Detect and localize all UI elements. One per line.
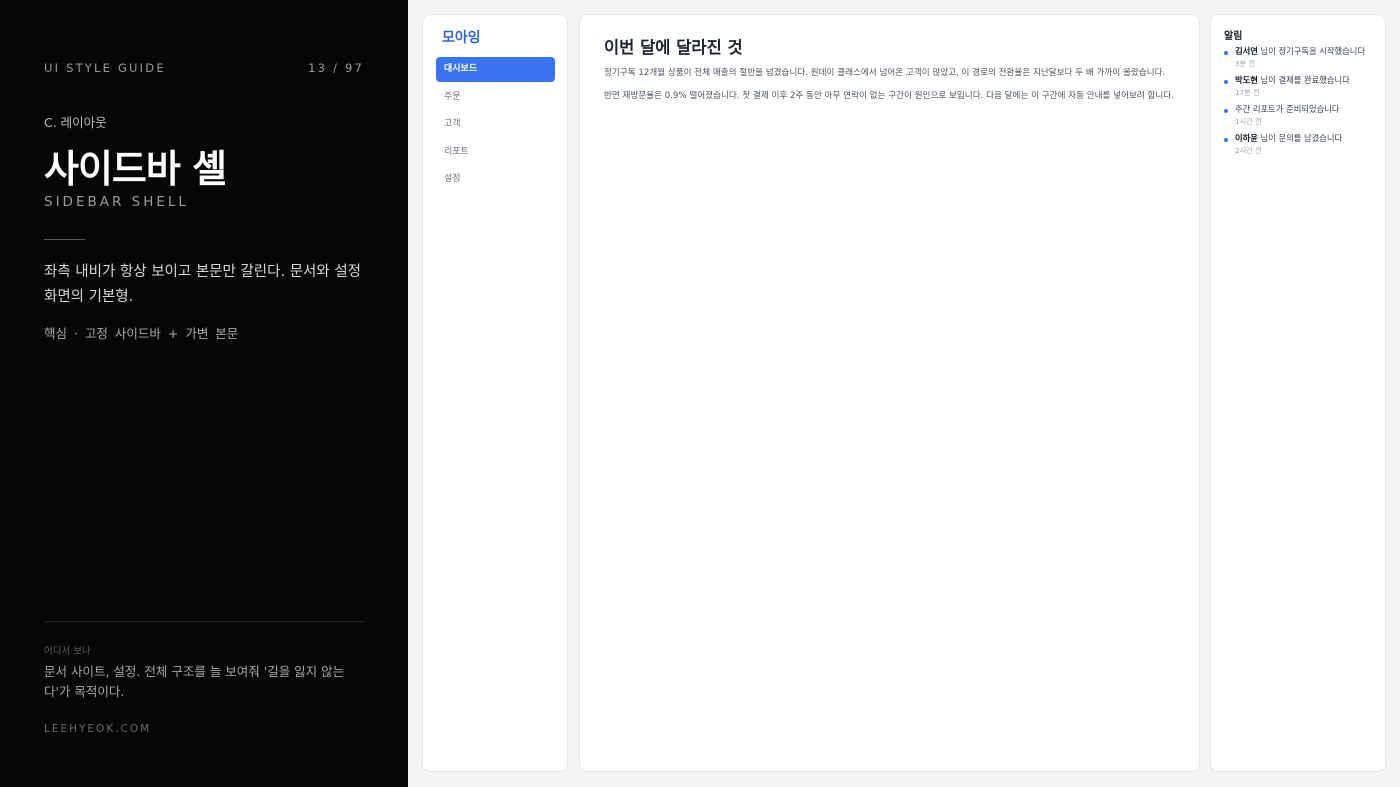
guide-header: UI STYLE GUIDE 13 / 97 xyxy=(44,61,364,75)
unread-dot-icon xyxy=(1224,109,1228,113)
unread-dot-icon xyxy=(1224,80,1228,84)
notification-text: 이하윤 님이 문의를 남겼습니다 xyxy=(1235,133,1384,144)
page-counter: 13 / 97 xyxy=(308,61,364,75)
guide-subtitle: SIDEBAR SHELL xyxy=(44,194,189,210)
key-point: 핵심 · 고정 사이드바 + 가변 본문 xyxy=(44,326,239,341)
sidebar-nav: 모아잉 대시보드주문 고객리포트 설정 xyxy=(422,14,568,772)
notification-item[interactable]: 김서연 님이 정기구독을 시작했습니다 3분 전 xyxy=(1224,46,1384,75)
main-content: 이번 달에 달라진 것 정기구독 12개월 상품이 전체 매출의 절반을 넘겼습… xyxy=(579,14,1200,772)
content-paragraph: 반면 재방문율은 0.9% 떨어졌습니다. 첫 결제 이후 2주 동안 아무 연… xyxy=(604,91,1174,101)
notification-text: 주간 리포트가 준비되었습니다 xyxy=(1235,104,1384,115)
style-guide-panel: UI STYLE GUIDE 13 / 97 C. 레이아웃 사이드바 셸 SI… xyxy=(0,0,408,787)
notification-text: 박도현 님이 결제를 완료했습니다 xyxy=(1235,75,1384,86)
sidebar-item-2[interactable]: 고객 xyxy=(436,112,555,137)
divider xyxy=(44,621,365,622)
notification-user: 김서연 xyxy=(1235,46,1258,56)
sidebar-item-4[interactable]: 설정 xyxy=(436,167,555,192)
guide-title: 사이드바 셸 xyxy=(44,147,227,191)
notification-time: 2시간 전 xyxy=(1235,146,1262,155)
notification-message: 님이 정기구독을 시작했습니다 xyxy=(1257,46,1366,56)
notification-text: 김서연 님이 정기구독을 시작했습니다 xyxy=(1235,46,1384,57)
sidebar-item-3[interactable]: 리포트 xyxy=(436,140,555,165)
guide-header-label: UI STYLE GUIDE xyxy=(44,61,166,75)
sidebar-item-0[interactable]: 대시보드 xyxy=(436,57,555,82)
notification-message: 님이 문의를 남겼습니다 xyxy=(1257,133,1343,143)
notification-message: 님이 결제를 완료했습니다 xyxy=(1257,75,1350,85)
site-credit: LEEHYEOK.COM xyxy=(44,723,152,735)
page-title: 이번 달에 달라진 것 xyxy=(604,38,743,57)
guide-description: 좌측 내비가 항상 보이고 본문만 갈린다. 문서와 설정 화면의 기본형. xyxy=(44,264,362,305)
notification-user: 박도현 xyxy=(1235,75,1258,85)
notification-time: 3분 전 xyxy=(1235,59,1256,68)
section-label: C. 레이아웃 xyxy=(44,115,107,130)
notification-user: 이하윤 xyxy=(1235,133,1258,143)
notifications-title: 알림 xyxy=(1224,31,1243,42)
notification-list: 김서연 님이 정기구독을 시작했습니다 3분 전 박도현 님이 결제를 완료했습니다… xyxy=(1224,46,1384,162)
unread-dot-icon xyxy=(1224,138,1228,142)
notifications-panel: 알림 김서연 님이 정기구독을 시작했습니다 3분 전 박도현 님이 결제를 완료했… xyxy=(1210,14,1386,772)
where-text: 문서 사이트, 설정. 전체 구조를 늘 보여줘 '길을 잃지 않는다'가 목적… xyxy=(44,664,345,699)
notification-time: 1시간 전 xyxy=(1235,117,1262,126)
notification-item[interactable]: 이하윤 님이 문의를 남겼습니다 2시간 전 xyxy=(1224,133,1384,162)
notification-item[interactable]: 주간 리포트가 준비되었습니다 1시간 전 xyxy=(1224,104,1384,133)
sidebar-item-1[interactable]: 주문 xyxy=(436,85,555,110)
notification-item[interactable]: 박도현 님이 결제를 완료했습니다 17분 전 xyxy=(1224,75,1384,104)
notification-message: 주간 리포트가 준비되었습니다 xyxy=(1235,104,1340,114)
brand-logo[interactable]: 모아잉 xyxy=(442,27,481,47)
content-paragraph: 정기구독 12개월 상품이 전체 매출의 절반을 넘겼습니다. 원데이 클래스에… xyxy=(604,68,1166,78)
divider xyxy=(44,239,85,240)
nav-list: 대시보드주문 고객리포트 설정 xyxy=(436,57,555,195)
notification-time: 17분 전 xyxy=(1235,88,1260,97)
where-label: 어디서 보나 xyxy=(44,646,91,657)
unread-dot-icon xyxy=(1224,51,1228,55)
